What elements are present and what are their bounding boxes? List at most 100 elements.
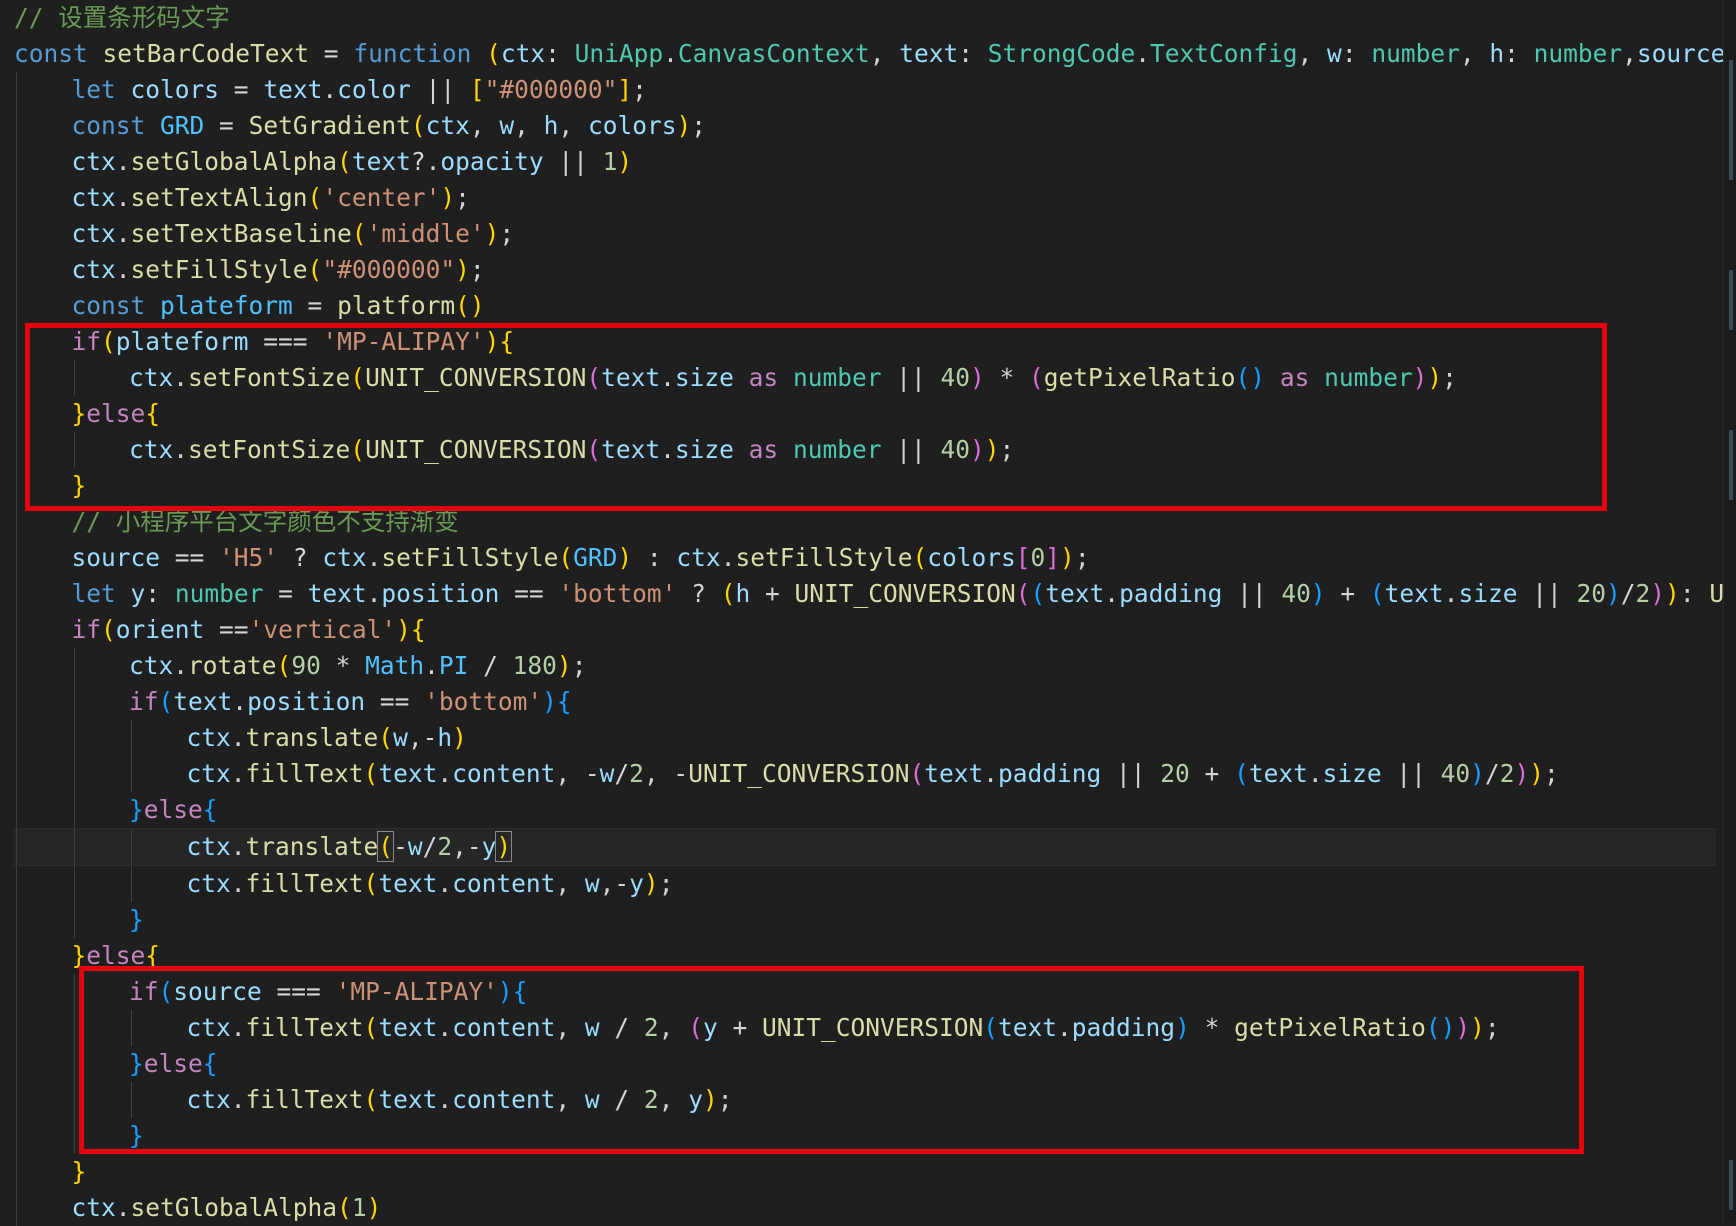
code-token: / bbox=[600, 1013, 644, 1042]
code-token: ) bbox=[1175, 1013, 1190, 1042]
code-token: () bbox=[1236, 363, 1266, 392]
code-line-text: ctx.setTextAlign('center'); bbox=[72, 180, 470, 216]
code-line[interactable]: if(text.position == 'bottom'){ bbox=[14, 684, 1716, 720]
code-editor[interactable]: // 设置条形码文字const setBarCodeText = functio… bbox=[0, 0, 1736, 1222]
code-line[interactable]: }else{ bbox=[14, 938, 1716, 974]
code-line[interactable]: }else{ bbox=[14, 396, 1716, 432]
code-token: , bbox=[1298, 39, 1328, 68]
code-line[interactable]: }else{ bbox=[14, 1046, 1716, 1082]
code-line[interactable]: ctx.setFillStyle("#000000"); bbox=[14, 252, 1716, 288]
code-line[interactable]: // 小程序平台文字颜色不支持渐变 bbox=[14, 504, 1716, 540]
code-token: { bbox=[411, 615, 426, 644]
code-line[interactable]: if(source === 'MP-ALIPAY'){ bbox=[14, 974, 1716, 1010]
code-token: . bbox=[173, 435, 188, 464]
code-token: . bbox=[231, 869, 246, 898]
code-line[interactable]: let colors = text.color || ["#000000"]; bbox=[14, 72, 1716, 108]
code-token: . bbox=[116, 255, 131, 284]
code-token: ( bbox=[486, 39, 501, 68]
code-token: . bbox=[116, 183, 131, 212]
code-token: text bbox=[378, 1085, 437, 1114]
code-line[interactable]: ctx.fillText(text.content, w / 2, y); bbox=[14, 1082, 1716, 1118]
code-token: ctx bbox=[322, 543, 366, 572]
code-line[interactable]: } bbox=[14, 1154, 1716, 1190]
code-token: , bbox=[555, 869, 585, 898]
code-token: number bbox=[1324, 363, 1413, 392]
code-line[interactable]: ctx.setFontSize(UNIT_CONVERSION(text.siz… bbox=[14, 360, 1716, 396]
code-token: translate bbox=[246, 723, 379, 752]
indent-guide bbox=[16, 72, 17, 108]
code-token: text bbox=[998, 1013, 1057, 1042]
code-token: number bbox=[1371, 39, 1460, 68]
code-token: as bbox=[749, 363, 779, 392]
code-token: = bbox=[263, 579, 307, 608]
code-token: . bbox=[231, 832, 246, 861]
code-line-text: // 设置条形码文字 bbox=[14, 0, 230, 36]
code-token: ; bbox=[659, 869, 674, 898]
indent-guide bbox=[16, 468, 17, 504]
code-line[interactable]: ctx.setFontSize(UNIT_CONVERSION(text.siz… bbox=[14, 432, 1716, 468]
code-token: padding bbox=[998, 759, 1101, 788]
code-token: ( bbox=[364, 759, 379, 788]
code-line[interactable]: ctx.setTextBaseline('middle'); bbox=[14, 216, 1716, 252]
indent-guide bbox=[16, 576, 17, 612]
code-line[interactable]: ctx.translate(w,-h) bbox=[14, 720, 1716, 756]
indent-guide bbox=[16, 612, 17, 648]
code-token: ( bbox=[159, 687, 174, 716]
code-line-text: if(orient =='vertical'){ bbox=[72, 612, 426, 648]
code-token: ) bbox=[542, 687, 557, 716]
code-token: UNIT_CONVERSION bbox=[365, 363, 586, 392]
code-token: * bbox=[985, 363, 1029, 392]
code-token: colors bbox=[588, 111, 677, 140]
code-token: ) bbox=[985, 435, 1000, 464]
code-line[interactable]: ctx.setGlobalAlpha(text?.opacity || 1) bbox=[14, 144, 1716, 180]
code-token bbox=[145, 291, 160, 320]
code-token: 0 bbox=[1031, 543, 1046, 572]
code-line[interactable]: if(plateform === 'MP-ALIPAY'){ bbox=[14, 324, 1716, 360]
code-line[interactable]: ctx.fillText(text.content, -w/2, -UNIT_C… bbox=[14, 756, 1716, 792]
code-line[interactable]: const GRD = SetGradient(ctx, w, h, color… bbox=[14, 108, 1716, 144]
code-line[interactable]: ctx.rotate(90 * Math.PI / 180); bbox=[14, 648, 1716, 684]
code-token: ( bbox=[364, 1085, 379, 1114]
code-line[interactable]: ctx.fillText(text.content, w / 2, (y + U… bbox=[14, 1010, 1716, 1046]
code-line[interactable]: } bbox=[14, 468, 1716, 504]
code-token bbox=[1309, 363, 1324, 392]
code-token: const bbox=[72, 111, 146, 140]
indent-guide bbox=[16, 1154, 17, 1190]
code-token: ) bbox=[498, 977, 513, 1006]
code-token: text bbox=[378, 1013, 437, 1042]
code-token: 90 bbox=[291, 651, 321, 680]
code-line[interactable]: if(orient =='vertical'){ bbox=[14, 612, 1716, 648]
code-token: as bbox=[749, 435, 779, 464]
code-line[interactable]: const setBarCodeText = function (ctx: Un… bbox=[14, 36, 1716, 72]
code-line[interactable]: ctx.fillText(text.content, w,-y); bbox=[14, 866, 1716, 902]
code-token: h bbox=[544, 111, 559, 140]
code-token: content bbox=[452, 1013, 555, 1042]
code-line[interactable]: source == 'H5' ? ctx.setFillStyle(GRD) :… bbox=[14, 540, 1716, 576]
code-line[interactable]: // 设置条形码文字 bbox=[14, 0, 1716, 36]
code-token: : bbox=[958, 39, 988, 68]
code-token: ( bbox=[983, 1013, 998, 1042]
code-token: , bbox=[1622, 39, 1637, 68]
code-token: 'H5' bbox=[219, 543, 278, 572]
code-token: ; bbox=[691, 111, 706, 140]
code-token: setGlobalAlpha bbox=[131, 1193, 338, 1222]
code-token: 2 bbox=[644, 1013, 659, 1042]
code-line[interactable]: }else{ bbox=[14, 792, 1716, 828]
code-line[interactable]: ctx.translate(-w/2,-y) bbox=[14, 828, 1716, 866]
code-line[interactable]: } bbox=[14, 902, 1716, 938]
code-line[interactable]: let y: number = text.position == 'bottom… bbox=[14, 576, 1716, 612]
code-token: . bbox=[437, 1013, 452, 1042]
code-line[interactable]: } bbox=[14, 1118, 1716, 1154]
code-line[interactable]: ctx.setGlobalAlpha(1) bbox=[14, 1190, 1716, 1226]
code-token: . bbox=[1135, 39, 1150, 68]
code-token: const bbox=[14, 39, 88, 68]
code-token: ? bbox=[278, 543, 322, 572]
code-line[interactable]: ctx.setTextAlign('center'); bbox=[14, 180, 1716, 216]
code-line[interactable]: const plateform = platform() bbox=[14, 288, 1716, 324]
minimap-scrollbar[interactable] bbox=[1723, 0, 1736, 1222]
code-token: "#000000" bbox=[485, 75, 618, 104]
code-lines[interactable]: // 设置条形码文字const setBarCodeText = functio… bbox=[14, 0, 1716, 1226]
code-token bbox=[734, 363, 749, 392]
code-token: } bbox=[129, 795, 144, 824]
code-token: ) bbox=[1455, 1013, 1470, 1042]
